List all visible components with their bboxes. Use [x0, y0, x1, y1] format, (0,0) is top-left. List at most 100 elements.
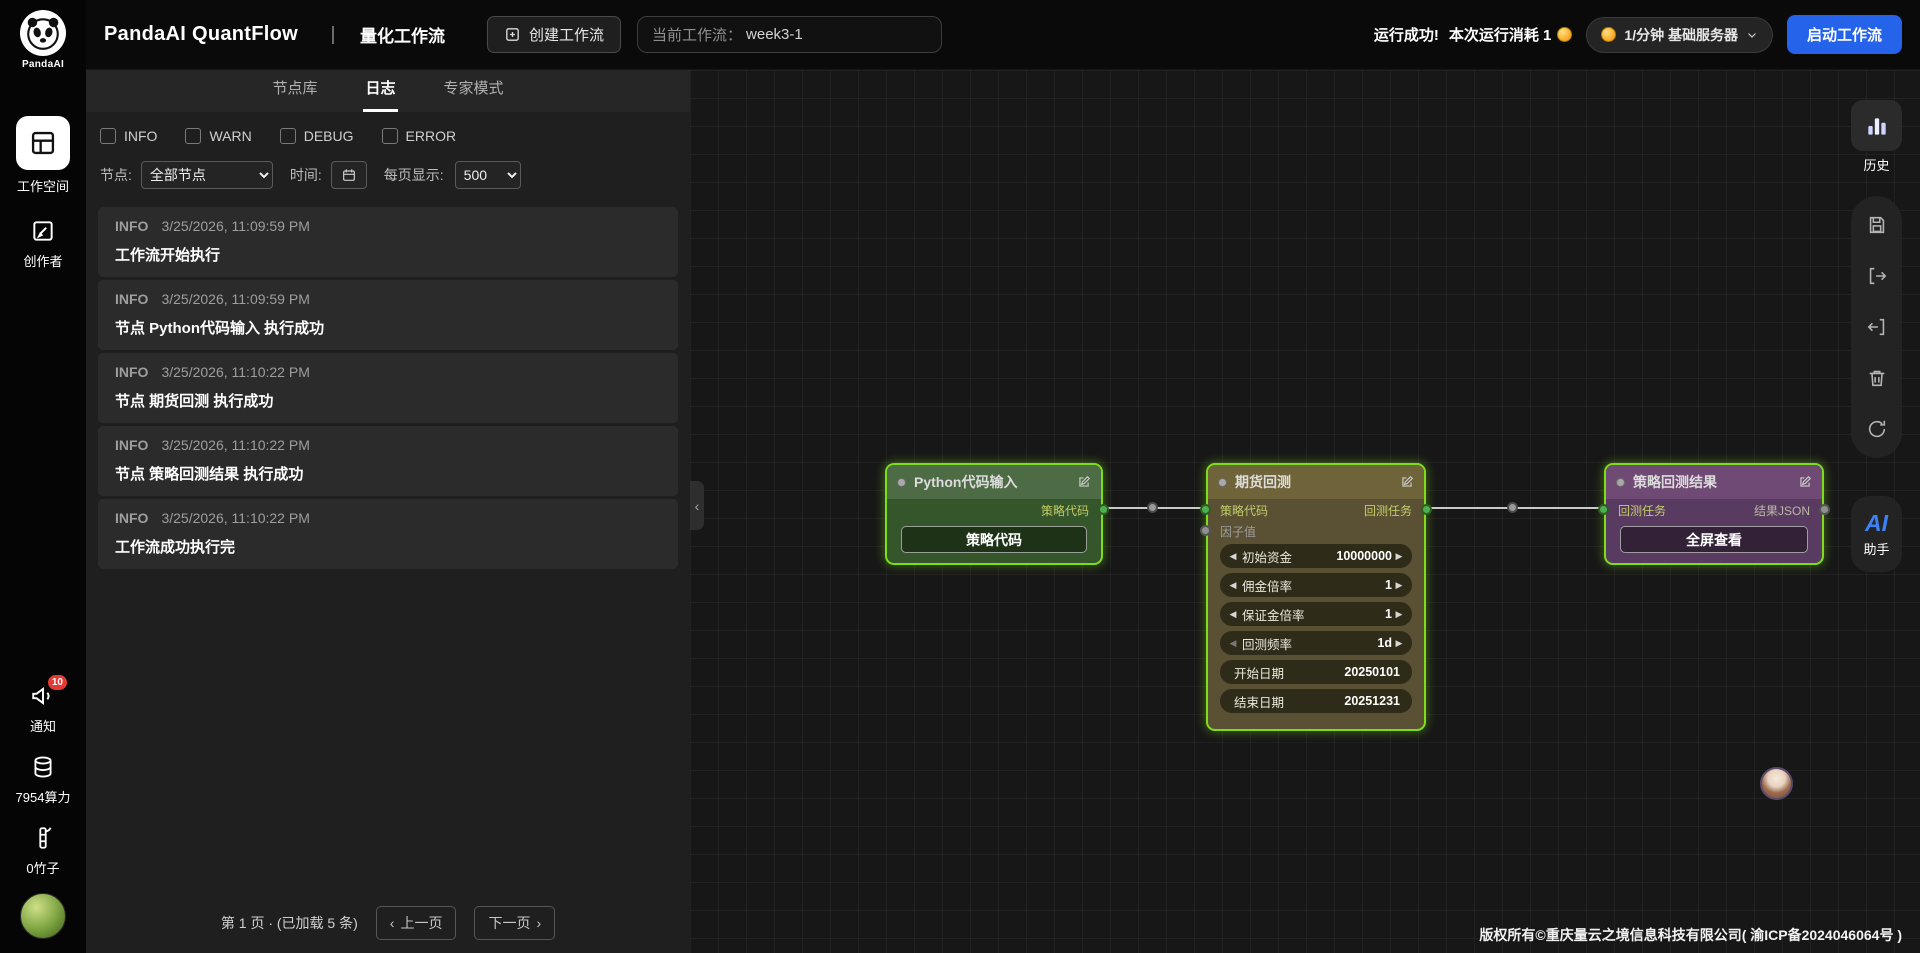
edit-node-icon[interactable] — [1077, 475, 1091, 489]
log-pagination: 第 1 页 · (已加载 5 条) ‹ 上一页 下一页 › — [86, 893, 690, 953]
sidebar-item-creator[interactable]: 创作者 — [23, 217, 62, 270]
refresh-icon[interactable] — [1865, 417, 1889, 441]
node-strategy-backtest-result[interactable]: 策略回测结果 回测任务 结果JSON 全屏查看 — [1604, 463, 1824, 565]
compute-icon — [29, 753, 57, 781]
log-level: INFO — [115, 218, 148, 234]
coin-icon — [1557, 27, 1572, 42]
log-entry: INFO 3/25/2026, 11:10:22 PM 工作流成功执行完 — [98, 499, 678, 569]
stepper-left-icon[interactable]: ◀ — [1226, 609, 1240, 620]
edit-node-icon[interactable] — [1400, 475, 1414, 489]
checkbox-icon — [100, 128, 116, 144]
fullscreen-view-button[interactable]: 全屏查看 — [1620, 526, 1808, 553]
checkbox-icon — [185, 128, 201, 144]
assistant-avatar[interactable] — [1760, 767, 1793, 800]
sidebar-item-compute[interactable]: 7954算力 — [16, 753, 71, 806]
next-page-button[interactable]: 下一页 › — [474, 906, 555, 940]
app-logo[interactable]: PandaAI — [20, 10, 66, 70]
notifications-icon: 10 — [29, 682, 57, 710]
port-row: 因子值 — [1208, 521, 1424, 541]
sidebar-item-notifications[interactable]: 10 通知 — [29, 682, 57, 735]
copyright-text: 版权所有©重庆量云之境信息科技有限公司( 渝ICP备2024046064号 ) — [1479, 925, 1902, 945]
start-workflow-button[interactable]: 启动工作流 — [1787, 15, 1902, 54]
edit-node-icon[interactable] — [1798, 475, 1812, 489]
workflow-name: week3-1 — [746, 26, 803, 43]
panda-logo-icon — [20, 10, 66, 56]
log-filters: INFO WARN DEBUG ERROR 节点: 全部节点 时间: — [86, 112, 690, 189]
port-row: 策略代码 — [887, 499, 1101, 521]
filter-debug-checkbox[interactable]: DEBUG — [280, 128, 354, 144]
delete-icon[interactable] — [1865, 366, 1889, 390]
current-workflow-input[interactable]: 当前工作流： week3-1 — [637, 16, 942, 53]
tab-node-library[interactable]: 节点库 — [270, 77, 319, 112]
filter-warn-checkbox[interactable]: WARN — [185, 128, 251, 144]
output-port[interactable] — [1819, 504, 1830, 515]
output-port[interactable] — [1098, 504, 1109, 515]
node-status-dot — [897, 478, 906, 487]
output-port-label: 回测任务 — [1364, 502, 1412, 519]
wire-node1-node2 — [1103, 507, 1206, 509]
log-entry: INFO 3/25/2026, 11:10:22 PM 节点 期货回测 执行成功 — [98, 353, 678, 423]
workflow-canvas[interactable]: Python代码输入 策略代码 策略代码 期货回测 策略代码 — [690, 70, 1920, 953]
output-port[interactable] — [1421, 504, 1432, 515]
input-port-label: 策略代码 — [1220, 502, 1268, 519]
stepper-right-icon[interactable]: ▶ — [1392, 580, 1406, 591]
node-status-dot — [1616, 478, 1625, 487]
input-port[interactable] — [1200, 504, 1211, 515]
checkbox-icon — [382, 128, 398, 144]
import-icon[interactable] — [1865, 315, 1889, 339]
input-port-label: 回测任务 — [1618, 502, 1666, 519]
workflow-label: 当前工作流： — [652, 24, 742, 45]
stepper-right-icon[interactable]: ▶ — [1392, 638, 1406, 649]
tab-logs[interactable]: 日志 — [363, 77, 397, 112]
input-port[interactable] — [1598, 504, 1609, 515]
log-message: 工作流成功执行完 — [115, 536, 661, 557]
app-title: PandaAI QuantFlow — [104, 23, 298, 46]
node-header[interactable]: Python代码输入 — [887, 465, 1101, 499]
sidebar-item-label: 创作者 — [23, 251, 62, 270]
export-icon[interactable] — [1865, 264, 1889, 288]
stepper-left-icon[interactable]: ◀ — [1226, 580, 1240, 591]
filter-info-checkbox[interactable]: INFO — [100, 128, 157, 144]
create-workflow-button[interactable]: 创建工作流 — [487, 16, 621, 53]
node-python-code-input[interactable]: Python代码输入 策略代码 策略代码 — [885, 463, 1103, 565]
sidebar-item-bamboo[interactable]: 0竹子 — [26, 824, 59, 877]
sidebar-item-workspace[interactable]: 工作空间 — [16, 116, 70, 195]
canvas-toolbar — [1851, 196, 1902, 458]
stepper-left-icon[interactable]: ◀ — [1226, 638, 1240, 649]
log-level: INFO — [115, 291, 148, 307]
sidebar-item-label: 工作空间 — [17, 176, 69, 195]
stepper-right-icon[interactable]: ▶ — [1392, 551, 1406, 562]
save-icon[interactable] — [1865, 213, 1889, 237]
log-timestamp: 3/25/2026, 11:10:22 PM — [161, 437, 309, 453]
history-button[interactable] — [1851, 100, 1902, 151]
stepper-left-icon[interactable]: ◀ — [1226, 551, 1240, 562]
log-timestamp: 3/25/2026, 11:10:22 PM — [161, 364, 309, 380]
node-header[interactable]: 策略回测结果 — [1606, 465, 1822, 499]
page-size-select[interactable]: 500 — [455, 161, 521, 189]
node-status-dot — [1218, 478, 1227, 487]
panel-collapse-handle[interactable]: ‹ — [690, 481, 704, 530]
user-avatar[interactable] — [20, 893, 66, 939]
workspace-icon — [16, 116, 70, 170]
input-port-label: 因子值 — [1220, 523, 1256, 540]
ai-assistant-button[interactable]: AI 助手 — [1851, 496, 1902, 572]
input-port[interactable] — [1200, 525, 1211, 536]
prev-page-button[interactable]: ‹ 上一页 — [376, 906, 457, 940]
node-filter-label: 节点: — [100, 165, 132, 185]
log-entry: INFO 3/25/2026, 11:10:22 PM 节点 策略回测结果 执行… — [98, 426, 678, 496]
stepper-right-icon[interactable]: ▶ — [1392, 609, 1406, 620]
node-filter-select[interactable]: 全部节点 — [141, 161, 273, 189]
time-filter-button[interactable] — [331, 161, 367, 189]
log-message: 节点 期货回测 执行成功 — [115, 390, 661, 411]
log-message: 节点 策略回测结果 执行成功 — [115, 463, 661, 484]
node-header[interactable]: 期货回测 — [1208, 465, 1424, 499]
strategy-code-button[interactable]: 策略代码 — [901, 526, 1087, 553]
tab-expert-mode[interactable]: 专家模式 — [442, 77, 506, 112]
brand-divider: ｜ — [324, 22, 342, 48]
node-futures-backtest[interactable]: 期货回测 策略代码 回测任务 因子值 ◀ 初始资金 10000000 ▶ — [1206, 463, 1426, 731]
port-row: 策略代码 回测任务 — [1208, 499, 1424, 521]
ai-label: AI — [1865, 510, 1888, 537]
server-select[interactable]: 1/分钟 基础服务器 — [1586, 17, 1773, 53]
filter-error-checkbox[interactable]: ERROR — [382, 128, 457, 144]
page-size-label: 每页显示: — [384, 165, 444, 185]
